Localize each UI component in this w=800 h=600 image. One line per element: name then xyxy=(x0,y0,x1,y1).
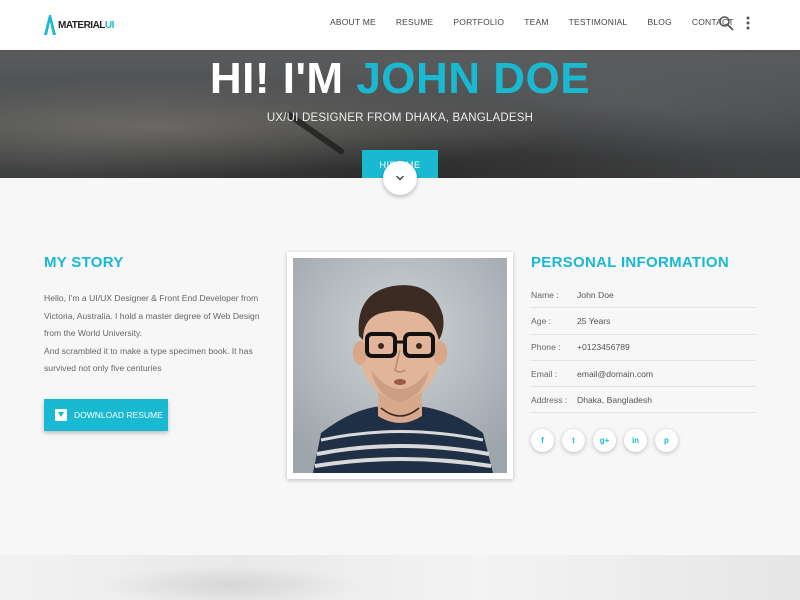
info-value: +0123456789 xyxy=(577,342,630,353)
download-resume-button[interactable]: DOWNLOAD RESUME xyxy=(44,399,168,431)
nav-item-blog[interactable]: BLOG xyxy=(647,17,671,27)
nav-item-testimonial[interactable]: TESTIMONIAL xyxy=(569,17,628,27)
hero-title-prefix: HI! I'M xyxy=(209,54,357,103)
social-links: f t g+ in p xyxy=(531,429,686,452)
chevron-down-icon xyxy=(396,175,404,181)
info-row-phone: Phone : +0123456789 xyxy=(531,335,756,361)
info-label: Address : xyxy=(531,394,568,405)
logo-icon xyxy=(44,15,56,35)
info-row-age: Age : 25 Years xyxy=(531,308,756,335)
story-paragraph-2: And scrambled it to make a type specimen… xyxy=(44,345,253,374)
info-label: Phone : xyxy=(531,342,561,353)
nav-menu: ABOUT ME RESUME PORTFOLIO TEAM TESTIMONI… xyxy=(330,17,754,27)
info-label: Name : xyxy=(531,289,559,300)
hero-banner: HI! I'M JOHN DOE UX/UI DESIGNER FROM DHA… xyxy=(0,50,800,178)
info-row-address: Address : Dhaka, Bangladesh xyxy=(531,387,756,414)
pinterest-icon[interactable]: p xyxy=(655,429,678,452)
portrait-illustration xyxy=(293,258,507,473)
info-label: Email : xyxy=(531,368,558,379)
top-navbar: MATERIALUI ABOUT ME RESUME PORTFOLIO TEA… xyxy=(0,0,800,50)
info-row-name: Name : John Doe xyxy=(531,282,756,309)
info-row-email: Email : email@domain.com xyxy=(531,361,756,388)
download-resume-label: DOWNLOAD RESUME xyxy=(74,410,163,420)
next-section-background xyxy=(0,555,800,600)
next-section-blur xyxy=(100,565,360,600)
twitter-icon[interactable]: t xyxy=(562,429,585,452)
info-value: 25 Years xyxy=(577,315,611,326)
download-icon xyxy=(55,409,67,421)
logo-text: MATERIALUI xyxy=(58,20,114,31)
logo-text-main: MATERIAL xyxy=(58,19,105,31)
personal-info-table: Name : John Doe Age : 25 Years Phone : +… xyxy=(531,282,756,414)
info-value[interactable]: email@domain.com xyxy=(577,369,653,379)
profile-photo-frame xyxy=(287,252,513,479)
my-story-heading: MY STORY xyxy=(44,254,124,271)
info-value: Dhaka, Bangladesh xyxy=(577,394,653,405)
story-paragraph-1: Hello, I'm a UI/UX Designer & Front End … xyxy=(44,293,260,338)
linkedin-icon[interactable]: in xyxy=(624,429,647,452)
scroll-down-button[interactable] xyxy=(383,161,417,195)
hero-subtitle: UX/UI DESIGNER FROM DHAKA, BANGLADESH xyxy=(266,112,534,124)
personal-information-heading: PERSONAL INFORMATION xyxy=(531,254,729,271)
nav-item-team[interactable]: TEAM xyxy=(524,17,548,27)
logo-text-accent: UI xyxy=(104,19,115,31)
facebook-icon[interactable]: f xyxy=(531,429,554,452)
nav-item-resume[interactable]: RESUME xyxy=(396,17,434,27)
hero-title-name: JOHN DOE xyxy=(356,54,591,103)
nav-item-portfolio[interactable]: PORTFOLIO xyxy=(453,17,504,27)
info-label: Age : xyxy=(531,315,552,326)
more-vert-icon[interactable] xyxy=(744,15,752,31)
story-text: Hello, I'm a UI/UX Designer & Front End … xyxy=(44,290,272,378)
hero-title: HI! I'M JOHN DOE xyxy=(0,54,800,104)
logo[interactable]: MATERIALUI xyxy=(44,15,114,35)
google-plus-icon[interactable]: g+ xyxy=(593,429,616,452)
info-value: John Doe xyxy=(577,289,614,300)
profile-photo xyxy=(293,258,507,473)
nav-item-about-me[interactable]: ABOUT ME xyxy=(330,17,376,27)
search-icon[interactable] xyxy=(718,15,734,31)
